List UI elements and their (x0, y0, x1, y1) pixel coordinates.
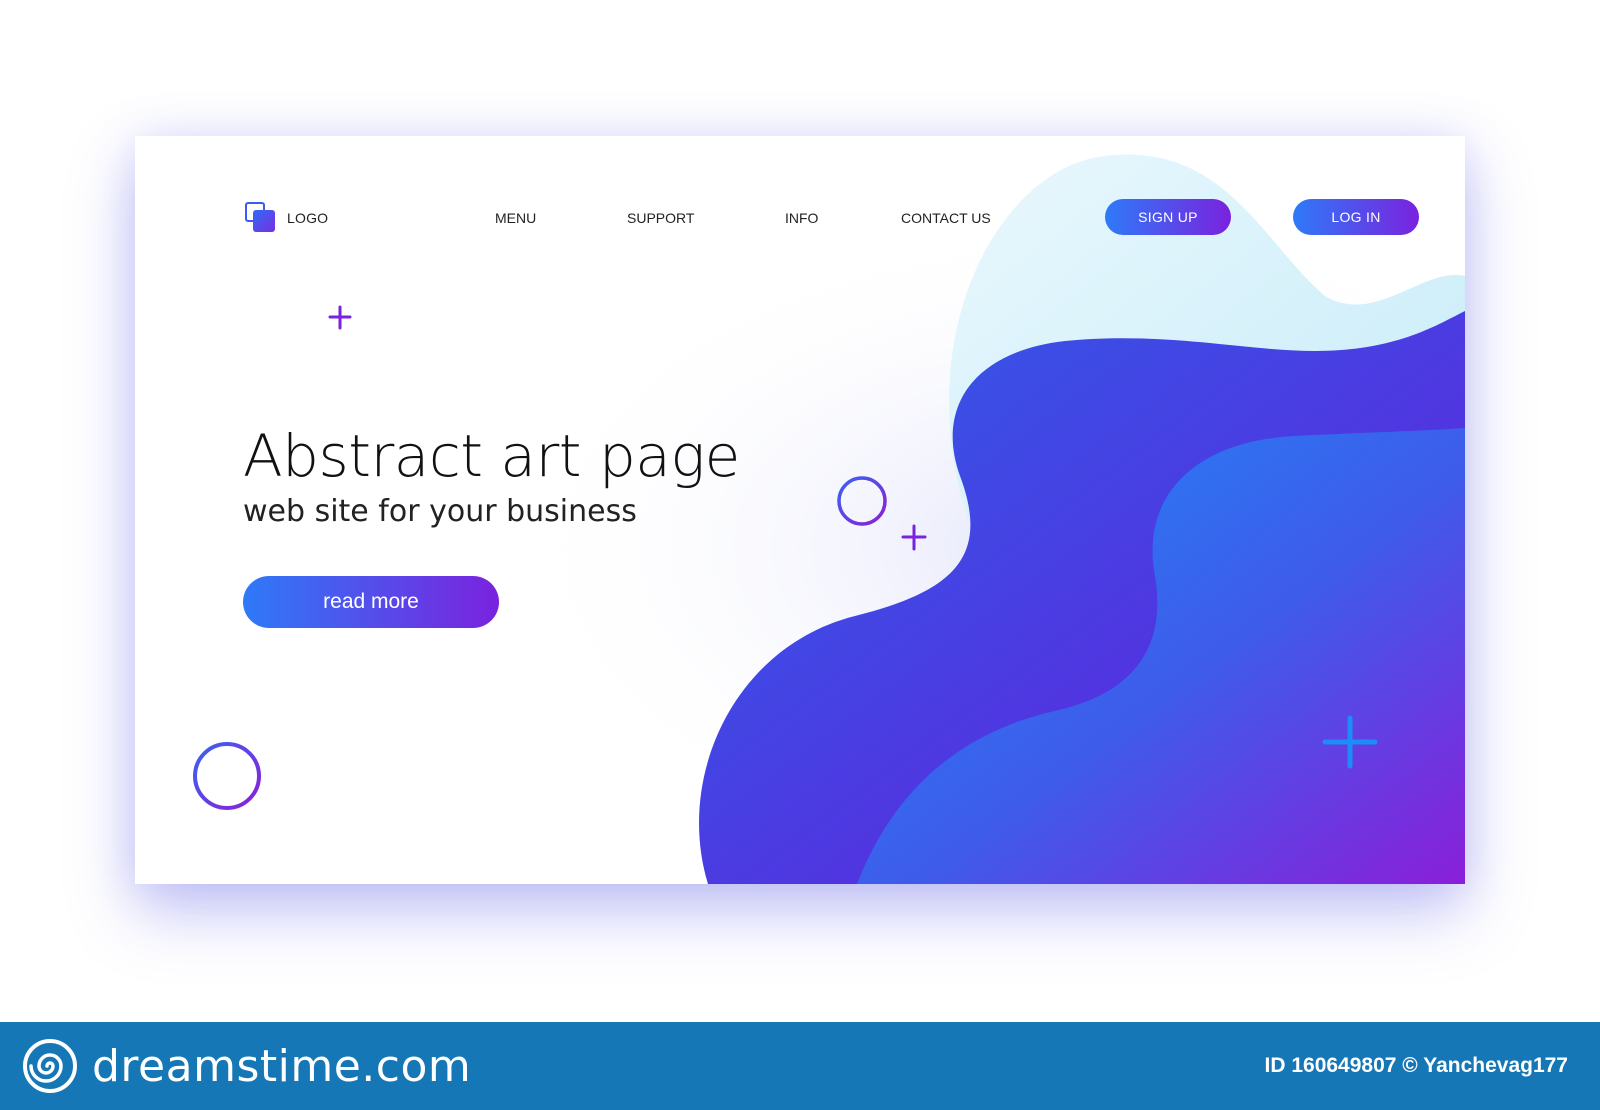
logo-label: LOGO (287, 210, 329, 226)
footer-bar: dreamstime.com ID 160649807 © Yanchevag1… (0, 1022, 1600, 1110)
spiral-icon (23, 1039, 77, 1093)
hero-title: Abstract art page (243, 422, 740, 490)
nav-link-menu[interactable]: MENU (495, 210, 536, 226)
read-more-button[interactable]: read more (243, 576, 499, 628)
footer-brand: dreamstime.com (22, 1038, 471, 1094)
sign-up-button[interactable]: SIGN UP (1105, 199, 1231, 235)
footer-image-id: ID 160649807 (1264, 1054, 1397, 1077)
hero-subtitle: web site for your business (243, 494, 637, 529)
footer-image-credit: ID 160649807 © Yanchevag177 (1265, 1054, 1569, 1078)
landing-card: LOGO MENU SUPPORT INFO CONTACT US SIGN U… (135, 136, 1465, 884)
nav-link-support[interactable]: SUPPORT (627, 210, 694, 226)
footer-author: © Yanchevag177 (1402, 1054, 1568, 1077)
nav-link-contact-us[interactable]: CONTACT US (901, 210, 991, 226)
log-in-button[interactable]: LOG IN (1293, 199, 1419, 235)
nav-logo[interactable]: LOGO (245, 202, 328, 234)
logo-squares-icon (245, 202, 277, 234)
nav-link-info[interactable]: INFO (785, 210, 818, 226)
footer-brand-label: dreamstime.com (92, 1040, 472, 1092)
